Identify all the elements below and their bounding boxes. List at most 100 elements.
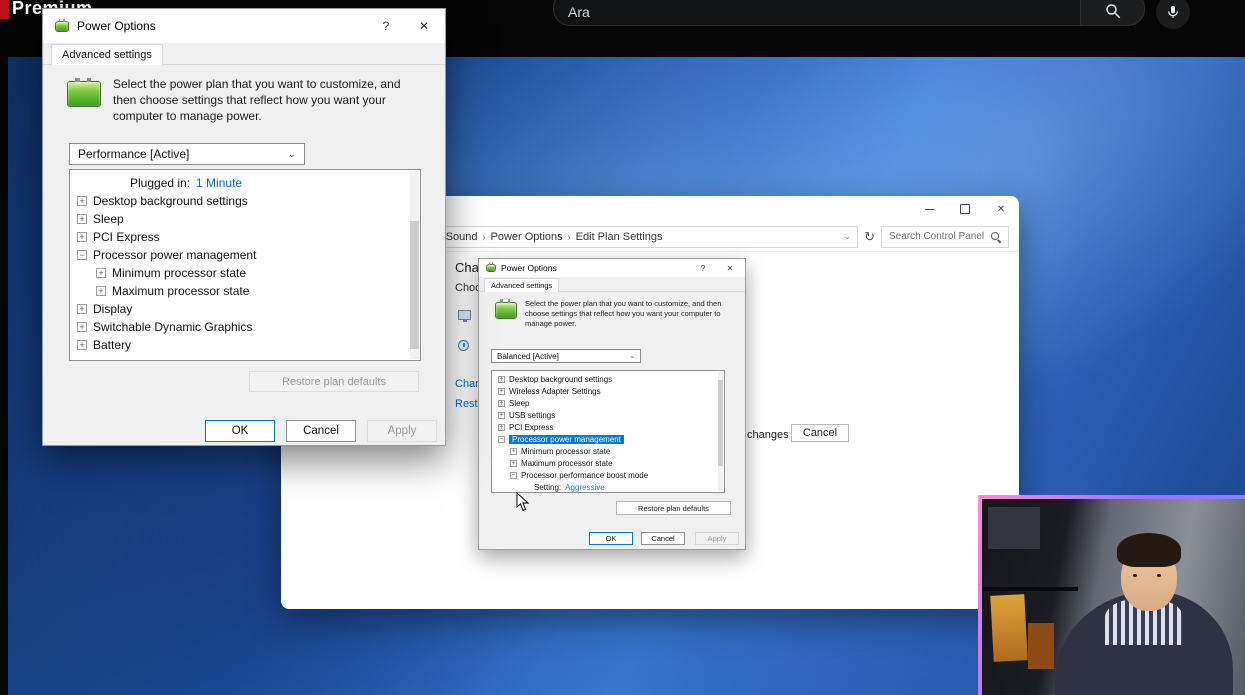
video-frame: Premium Ara ✕ ← → ⌄ › Har	[0, 0, 1245, 695]
tree-item[interactable]: + Switchable Dynamic Graphics	[70, 318, 420, 336]
tree-item[interactable]: + Display	[70, 300, 420, 318]
tree-item[interactable]: + Battery	[70, 336, 420, 354]
power-options-dialog: Power Options ? ✕ Advanced settings Sele…	[42, 8, 446, 446]
tree-item[interactable]: + Sleep	[70, 210, 420, 228]
apply-button[interactable]: Apply	[695, 532, 739, 545]
tree-item[interactable]: + PCI Express	[492, 421, 724, 433]
cancel-button[interactable]: Cancel	[641, 532, 685, 545]
power-plan-select[interactable]: Balanced [Active] ⌄	[491, 349, 641, 363]
minimize-button[interactable]	[911, 196, 947, 222]
display-icon	[458, 310, 471, 322]
expand-icon[interactable]: +	[498, 375, 505, 383]
tab-advanced-settings[interactable]: Advanced settings	[51, 44, 163, 65]
expand-icon[interactable]: +	[96, 268, 106, 278]
breadcrumb-dropdown-icon[interactable]: ⌄	[844, 231, 852, 242]
tab-advanced-settings[interactable]: Advanced settings	[484, 278, 560, 292]
expand-icon[interactable]: +	[77, 232, 87, 242]
tree-item-label: Minimum processor state	[521, 446, 611, 456]
expand-icon[interactable]: +	[96, 286, 106, 296]
setting-value[interactable]: 1 Minute	[196, 176, 242, 190]
expand-icon[interactable]: +	[510, 447, 517, 455]
mouse-cursor	[516, 491, 530, 517]
search-icon	[1105, 4, 1120, 19]
tree-item[interactable]: + Wireless Adapter Settings	[492, 385, 724, 397]
breadcrumb-item-power-options[interactable]: Power Options	[491, 231, 563, 243]
tree-item-label: Minimum processor state	[112, 266, 247, 280]
search-input[interactable]: Ara	[553, 0, 1081, 26]
close-button[interactable]: ✕	[719, 261, 741, 275]
dialog-titlebar: Power Options ? ✕	[43, 9, 445, 43]
search-button[interactable]	[1081, 0, 1145, 26]
control-panel-search-input[interactable]: Search Control Panel	[881, 225, 1009, 248]
close-button[interactable]: ✕	[983, 196, 1019, 222]
tree-item[interactable]: − Processor power management	[70, 246, 420, 264]
close-button[interactable]: ✕	[409, 14, 439, 38]
search-icon	[991, 231, 1001, 242]
cancel-button[interactable]: Cancel	[286, 420, 356, 442]
dialog-description: Select the power plan that you want to c…	[525, 299, 722, 328]
webcam-scene	[982, 499, 1245, 695]
tree-item[interactable]: + Minimum processor state	[492, 445, 724, 457]
refresh-icon[interactable]: ↻	[864, 229, 875, 245]
setting-value[interactable]: Aggressive	[565, 483, 605, 492]
expand-icon[interactable]: +	[77, 214, 87, 224]
chevron-down-icon: ⌄	[287, 148, 296, 160]
maximize-button[interactable]	[947, 196, 983, 222]
dialog-tabstrip: Advanced settings	[479, 277, 745, 292]
save-changes-button-fragment[interactable]: changes	[747, 429, 789, 441]
tree-item-selected[interactable]: − Processor power management	[492, 433, 724, 445]
tree-item-label: Sleep	[509, 398, 530, 408]
restore-plan-defaults-button[interactable]: Restore plan defaults	[249, 371, 419, 392]
expand-icon[interactable]: +	[77, 196, 87, 206]
collapse-icon[interactable]: −	[77, 250, 87, 260]
microphone-icon	[1168, 6, 1178, 18]
power-plan-select[interactable]: Performance [Active] ⌄	[69, 143, 305, 165]
ok-button[interactable]: OK	[589, 532, 633, 545]
collapse-icon[interactable]: −	[498, 435, 505, 443]
scrollbar-thumb[interactable]	[718, 380, 723, 466]
scrollbar-thumb[interactable]	[410, 221, 419, 349]
tree-item[interactable]: + USB settings	[492, 409, 724, 421]
tree-item-label: Desktop background settings	[509, 374, 613, 384]
setting-label: Setting:	[534, 482, 562, 492]
tree-item-label: Maximum processor state	[112, 284, 250, 298]
restore-plan-defaults-button[interactable]: Restore plan defaults	[616, 501, 731, 515]
expand-icon[interactable]: +	[498, 387, 505, 395]
tree-item-setting[interactable]: Plugged in: 1 Minute	[70, 174, 420, 192]
expand-icon[interactable]: +	[498, 411, 505, 419]
tree-item[interactable]: + Minimum processor state	[70, 264, 420, 282]
webcam-overlay	[978, 495, 1245, 695]
expand-icon[interactable]: +	[498, 423, 505, 431]
scrollbar[interactable]	[410, 171, 419, 359]
tree-item-label: Processor performance boost mode	[521, 470, 649, 480]
expand-icon[interactable]: +	[510, 459, 517, 467]
expand-icon[interactable]: +	[77, 322, 87, 332]
scrollbar[interactable]	[718, 372, 723, 491]
apply-button[interactable]: Apply	[367, 420, 437, 442]
power-icon	[458, 340, 469, 351]
breadcrumb-item-edit-plan-settings[interactable]: Edit Plan Settings	[576, 231, 663, 243]
help-button[interactable]: ?	[371, 14, 401, 38]
expand-icon[interactable]: +	[498, 399, 505, 407]
expand-icon[interactable]: +	[77, 304, 87, 314]
collapse-icon[interactable]: −	[510, 471, 517, 479]
power-battery-icon	[495, 299, 517, 319]
tree-item[interactable]: + PCI Express	[70, 228, 420, 246]
shelf-edge	[982, 587, 1078, 591]
tree-item[interactable]: + Desktop background settings	[492, 373, 724, 385]
cancel-button[interactable]: Cancel	[791, 424, 849, 442]
help-button[interactable]: ?	[692, 261, 714, 275]
tree-item[interactable]: − Processor performance boost mode	[492, 469, 724, 481]
expand-icon[interactable]: +	[77, 340, 87, 350]
ok-button[interactable]: OK	[205, 420, 275, 442]
voice-search-button[interactable]	[1156, 0, 1190, 29]
power-battery-icon	[67, 78, 101, 107]
tree-item[interactable]: + Maximum processor state	[492, 457, 724, 469]
dialog-titlebar: Power Options ? ✕	[479, 259, 745, 277]
power-battery-icon	[55, 18, 69, 32]
breadcrumb-separator: ›	[567, 231, 571, 242]
tree-item[interactable]: + Desktop background settings	[70, 192, 420, 210]
tree-item-label: Switchable Dynamic Graphics	[93, 320, 253, 334]
tree-item[interactable]: + Sleep	[492, 397, 724, 409]
tree-item[interactable]: + Maximum processor state	[70, 282, 420, 300]
